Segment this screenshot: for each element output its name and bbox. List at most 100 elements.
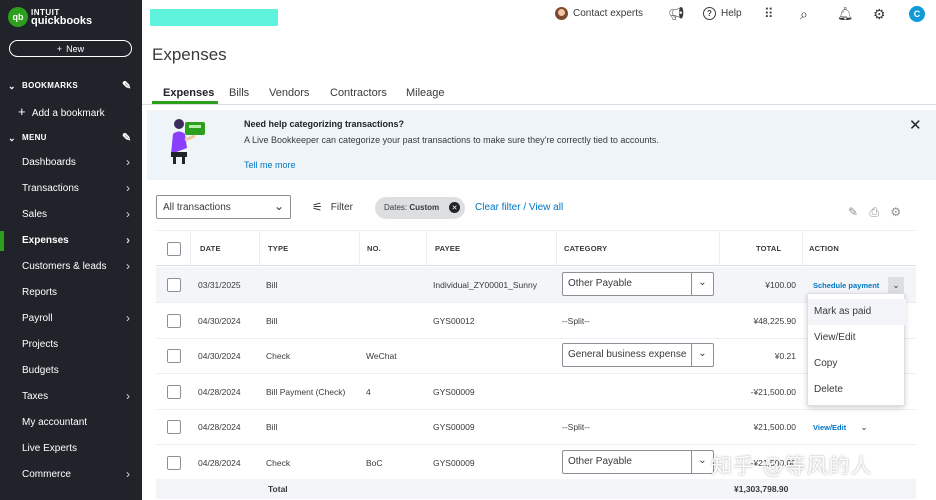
table-row[interactable]: 04/30/2024 Bill GYS00012 --Split-- ¥48,225.9… — [156, 303, 916, 339]
select-all-checkbox[interactable] — [167, 242, 181, 256]
pencil-icon[interactable]: ✎ — [122, 131, 132, 144]
cell-no: WeChat — [366, 351, 397, 361]
category-select[interactable]: Other Payable ⌄ — [562, 272, 714, 296]
menu-item-mark-as-paid[interactable]: Mark as paid — [808, 299, 906, 325]
sidebar-item-label: Budgets — [22, 365, 59, 376]
menu-item-delete[interactable]: Delete — [808, 377, 906, 403]
add-bookmark-button[interactable]: + Add a bookmark — [18, 104, 105, 119]
contact-experts-button[interactable]: Contact experts — [555, 7, 643, 20]
chevron-down-icon: ⌄ — [8, 81, 16, 91]
chevron-down-icon[interactable]: ⌄ — [888, 277, 904, 293]
help-icon: ? — [703, 7, 716, 20]
menu-item-view-edit[interactable]: View/Edit — [808, 325, 906, 351]
megaphone-icon[interactable]: 📢︎ — [668, 6, 685, 22]
bookmarks-header[interactable]: ⌄ BOOKMARKS ✎ — [0, 77, 142, 95]
tab-mileage[interactable]: Mileage — [406, 87, 445, 99]
filter-button[interactable]: ⚟ Filter — [312, 200, 353, 214]
menu-item-copy[interactable]: Copy — [808, 351, 906, 377]
row-checkbox[interactable] — [167, 313, 181, 328]
col-date[interactable]: DATE — [200, 244, 221, 253]
apps-grid-icon[interactable]: ⠿ — [764, 6, 773, 22]
search-icon[interactable]: ⌕ — [800, 6, 808, 23]
chevron-down-icon[interactable]: ⌄ — [856, 419, 872, 435]
edit-batch-icon[interactable]: ✎ — [848, 205, 858, 219]
chevron-right-icon: › — [126, 233, 130, 247]
table-row[interactable]: 04/28/2024 Bill Payment (Check) 4 GYS00009 -… — [156, 374, 916, 410]
tab-contractors[interactable]: Contractors — [330, 87, 387, 99]
row-checkbox[interactable] — [167, 420, 181, 434]
chevron-down-icon: ⌄ — [691, 273, 713, 295]
close-icon[interactable]: ✕ — [909, 116, 922, 134]
category-select[interactable]: Other Payable ⌄ — [562, 449, 714, 474]
tell-me-more-link[interactable]: Tell me more — [244, 160, 296, 170]
clear-filter-link[interactable]: Clear filter / View all — [475, 202, 563, 213]
col-no[interactable]: NO. — [367, 244, 381, 253]
sidebar-item-taxes[interactable]: Taxes › — [0, 385, 142, 409]
chevron-down-icon: ⌄ — [691, 450, 713, 473]
dates-filter-chip[interactable]: Dates: Custom ✕ — [375, 197, 465, 219]
sidebar-item-label: Taxes — [22, 391, 49, 402]
help-button[interactable]: ? Help — [703, 7, 742, 20]
row-action-menu: Mark as paid View/Edit Copy Delete — [807, 293, 906, 406]
col-category[interactable]: CATEGORY — [564, 244, 607, 253]
active-tab-indicator — [152, 101, 218, 104]
tab-bills[interactable]: Bills — [229, 87, 249, 99]
sidebar-item-reports[interactable]: Reports — [0, 281, 142, 305]
sidebar-item-dashboards[interactable]: Dashboards › — [0, 151, 142, 175]
cell-type: Check — [266, 457, 291, 468]
col-type[interactable]: TYPE — [268, 244, 288, 253]
bookkeeper-illustration-icon — [171, 119, 205, 164]
row-checkbox[interactable] — [167, 384, 181, 399]
quickbooks-logo[interactable]: qb INTUIT quickbooks — [8, 7, 92, 27]
sidebar-item-budgets[interactable]: Budgets — [0, 359, 142, 383]
user-avatar[interactable]: C — [909, 6, 925, 22]
bell-icon[interactable]: 🔔︎ — [837, 6, 854, 22]
row-checkbox[interactable] — [167, 455, 181, 470]
row-checkbox[interactable] — [167, 349, 181, 363]
row-checkbox[interactable] — [167, 278, 181, 292]
gear-icon[interactable]: ⚙ — [873, 6, 886, 23]
filter-sliders-icon: ⚟ — [312, 200, 323, 214]
sidebar-item-label: Reports — [22, 287, 58, 298]
col-total[interactable]: TOTAL — [756, 244, 781, 253]
sidebar-item-payroll[interactable]: Payroll › — [0, 307, 142, 331]
tab-expenses[interactable]: Expenses — [163, 87, 214, 99]
chip-remove-icon[interactable]: ✕ — [449, 202, 460, 213]
cell-payee: GYS00012 — [433, 315, 475, 326]
contact-experts-label: Contact experts — [573, 8, 644, 19]
transactions-filter-select[interactable]: All transactions ⌄ — [156, 195, 291, 219]
chevron-right-icon: › — [126, 207, 130, 221]
new-button[interactable]: + New — [9, 40, 132, 57]
sidebar-item-live-experts[interactable]: Live Experts — [0, 437, 142, 461]
sidebar-item-my-accountant[interactable]: My accountant — [0, 411, 142, 435]
col-payee[interactable]: PAYEE — [435, 244, 460, 253]
table-row[interactable]: 04/28/2024 Bill GYS00009 --Split-- ¥21,500.0… — [156, 409, 916, 445]
sidebar-item-transactions[interactable]: Transactions › — [0, 177, 142, 201]
cell-total: ¥21,500.00 — [753, 422, 796, 432]
bookmarks-label: BOOKMARKS — [22, 81, 79, 90]
cell-date: 04/30/2024 — [198, 351, 241, 361]
table-row[interactable]: 04/30/2024 Check WeChat General business ex… — [156, 338, 916, 374]
sidebar-item-customers-leads[interactable]: Customers & leads › — [0, 255, 142, 279]
gear-icon[interactable]: ⚙ — [890, 205, 901, 219]
sidebar-item-sales[interactable]: Sales › — [0, 203, 142, 227]
category-select[interactable]: General business expense ⌄ — [562, 343, 714, 367]
cell-no: BoC — [366, 457, 383, 468]
print-icon[interactable]: ⎙ — [869, 205, 879, 219]
table-row[interactable]: 03/31/2025 Bill Individual_ZY00001_Sunny Ot… — [156, 267, 916, 303]
sidebar-item-projects[interactable]: Projects — [0, 333, 142, 357]
tab-vendors[interactable]: Vendors — [269, 87, 309, 99]
sidebar-item-expenses[interactable]: Expenses › — [0, 229, 142, 253]
sidebar-item-commerce[interactable]: Commerce › — [0, 463, 142, 487]
cell-date: 04/30/2024 — [198, 315, 241, 326]
menu-header[interactable]: ⌄ MENU ✎ — [0, 129, 142, 147]
plus-icon: + — [56, 43, 63, 54]
tabs-divider — [142, 104, 936, 105]
sidebar-item-label: Transactions — [22, 183, 79, 194]
chevron-down-icon: ⌄ — [691, 344, 713, 366]
logo-line2: quickbooks — [31, 15, 93, 27]
row-action-link[interactable]: View/Edit — [813, 423, 846, 432]
row-action-link[interactable]: Schedule payment — [813, 281, 879, 290]
pencil-icon[interactable]: ✎ — [122, 79, 132, 92]
watermark: 知乎 @等风的人 — [711, 454, 873, 478]
